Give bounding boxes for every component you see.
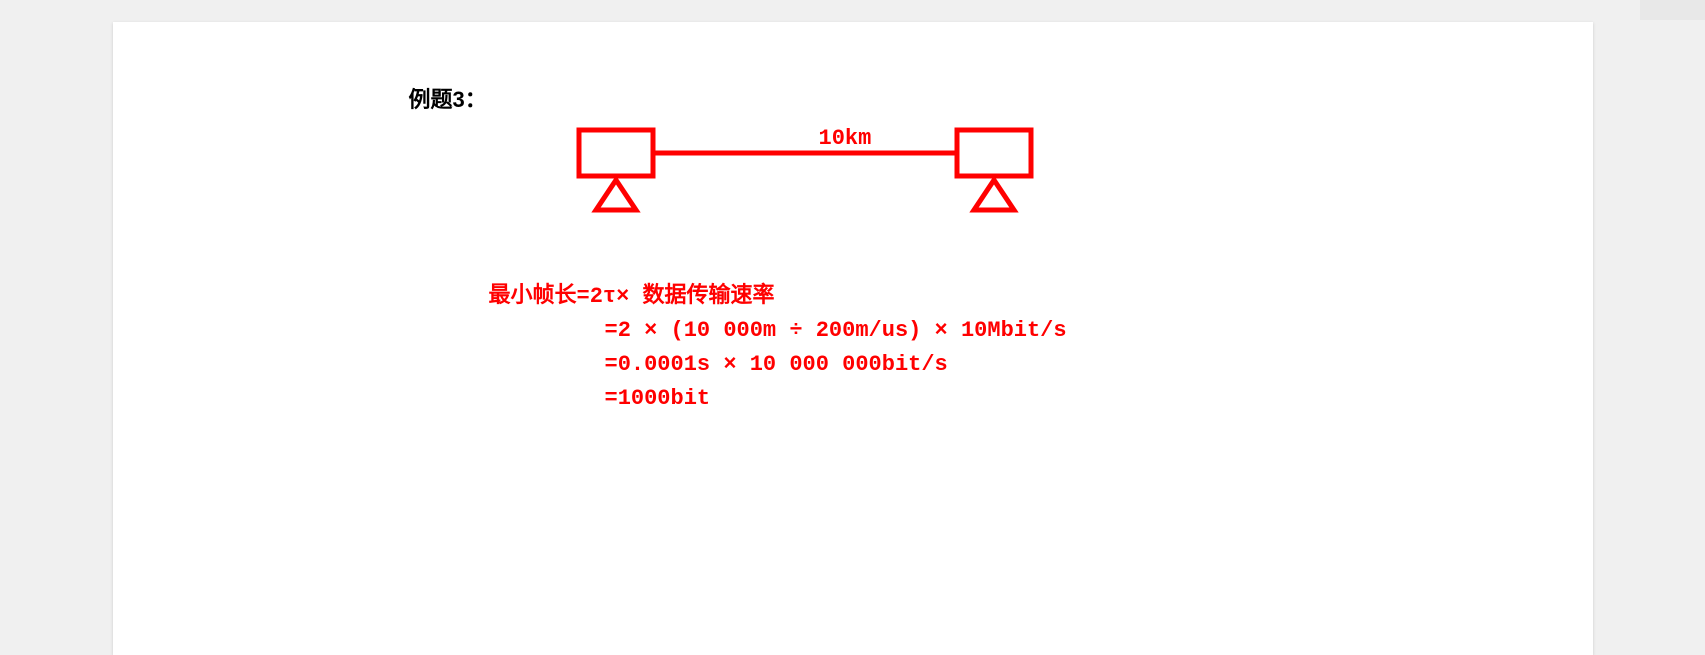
example-title: 例题3： [409,82,1593,114]
network-diagram: 10km [569,120,1593,230]
formula-line-1: 最小帧长=2τ× 数据传输速率 [489,280,1593,314]
content-area: 例题3： 10km [409,82,1593,416]
formula-line-2: =2 × (10 000m ÷ 200m/us) × 10Mbit/s [489,314,1593,348]
document-page: 例题3： 10km [113,22,1593,655]
viewport-background: 例题3： 10km [0,0,1705,655]
formula-block: 最小帧长=2τ× 数据传输速率 =2 × (10 000m ÷ 200m/us)… [489,280,1593,416]
computer-icon-left [579,130,653,210]
distance-label: 10km [819,126,872,151]
formula-line-3: =0.0001s × 10 000 000bit/s [489,348,1593,382]
scrollbar-stub[interactable] [1640,0,1705,20]
formula-line-4: =1000bit [489,382,1593,416]
computer-icon-right [957,130,1031,210]
